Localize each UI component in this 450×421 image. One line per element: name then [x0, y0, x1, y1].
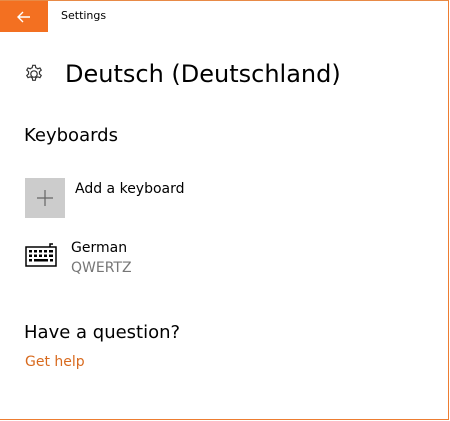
keyboard-icon	[25, 243, 57, 267]
add-keyboard-tile	[25, 178, 65, 218]
title-bar: Settings	[0, 1, 448, 32]
window-title: Settings	[61, 9, 107, 22]
page-header: Deutsch (Deutschland)	[22, 57, 341, 91]
back-button[interactable]	[0, 1, 48, 32]
back-arrow-icon	[17, 11, 30, 22]
keyboard-layout: QWERTZ	[71, 260, 132, 276]
settings-window: Settings Deutsch (Deutschland) Keyboards…	[0, 0, 449, 420]
add-keyboard-button[interactable]: Add a keyboard	[25, 178, 285, 218]
plus-icon	[37, 190, 53, 206]
keyboard-item-german[interactable]: German QWERTZ	[25, 238, 285, 280]
keyboards-section-title: Keyboards	[24, 125, 118, 146]
add-keyboard-label: Add a keyboard	[75, 181, 185, 197]
gear-icon	[22, 62, 46, 86]
get-help-link[interactable]: Get help	[25, 354, 85, 370]
page-title: Deutsch (Deutschland)	[65, 60, 341, 88]
help-section-title: Have a question?	[24, 322, 181, 343]
keyboard-name: German	[71, 240, 128, 256]
